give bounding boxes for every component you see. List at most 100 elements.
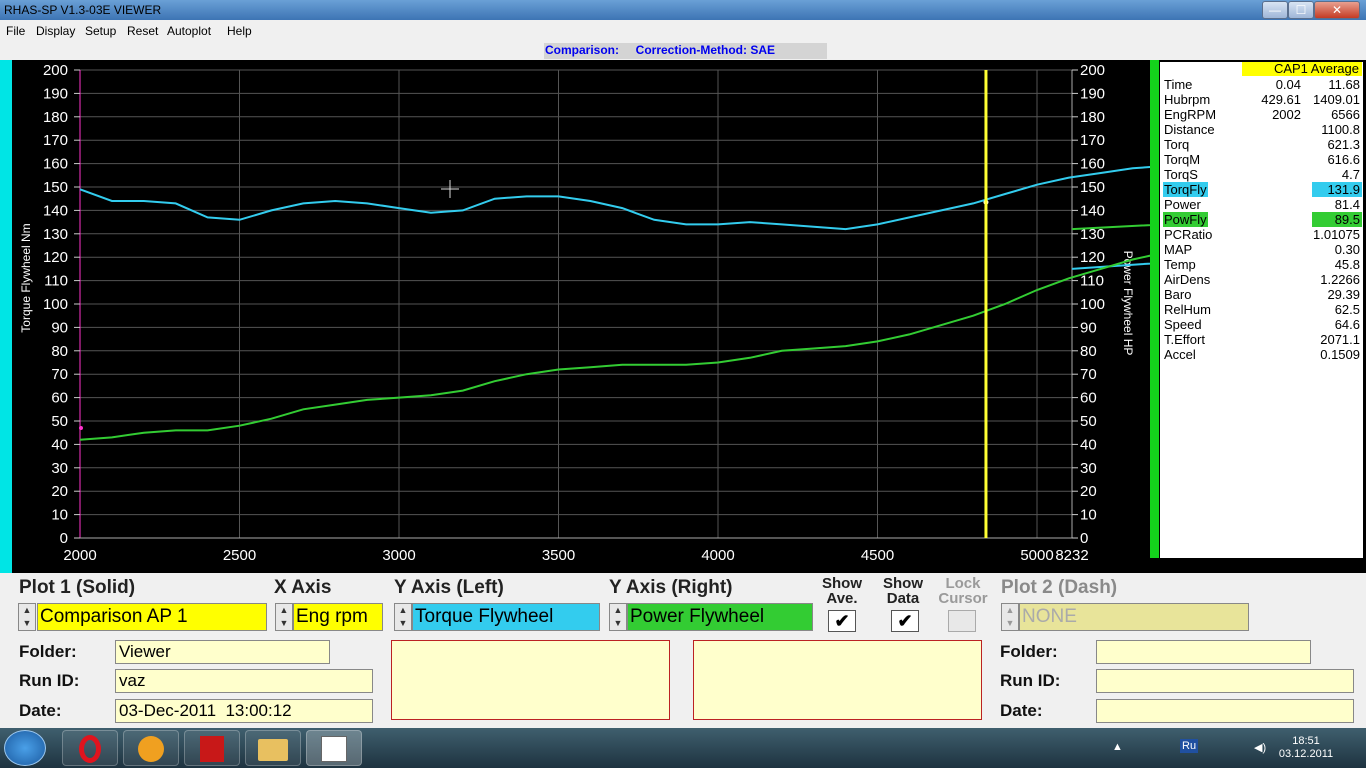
data-row-value-end: 0.30 bbox=[1334, 242, 1360, 257]
y-tick-label-right: 160 bbox=[1080, 156, 1105, 173]
lock-cursor-label: Lock Cursor bbox=[928, 576, 998, 606]
y-tick-label-right: 190 bbox=[1080, 85, 1105, 102]
show-data-label: Show Data bbox=[873, 576, 933, 606]
clock[interactable]: 18:51 03.12.2011 bbox=[1276, 735, 1336, 761]
y-tick-label-right: 180 bbox=[1080, 109, 1105, 126]
menu-setup[interactable]: Setup bbox=[85, 24, 116, 38]
lock-cursor-label-2: Cursor bbox=[938, 590, 988, 607]
notes-box-2[interactable] bbox=[693, 640, 982, 720]
y-axis-right-select[interactable]: Power Flywheel bbox=[627, 603, 813, 631]
y-axis-left-select[interactable]: Torque Flywheel bbox=[412, 603, 600, 631]
y-tick-label-left: 150 bbox=[43, 179, 68, 196]
torque-flywheel-line bbox=[79, 165, 1150, 270]
y-tick-label-left: 170 bbox=[43, 132, 68, 149]
plot1-select[interactable]: Comparison AP 1 bbox=[37, 603, 267, 631]
menu-help[interactable]: Help bbox=[227, 24, 252, 38]
minimize-button[interactable]: — bbox=[1262, 1, 1288, 19]
show-ave-label-2: Ave. bbox=[826, 590, 858, 607]
app-triangle-icon[interactable] bbox=[123, 730, 179, 766]
data-row-value-end: 11.68 bbox=[1328, 77, 1360, 92]
data-row: Baro 29.39 bbox=[1160, 287, 1363, 302]
data-row-value-end: 45.8 bbox=[1334, 257, 1360, 272]
rhas-viewer-task-icon[interactable] bbox=[306, 730, 362, 766]
data-row: Temp 45.8 bbox=[1160, 257, 1363, 272]
plot2-header: Plot 2 (Dash) bbox=[1001, 577, 1118, 598]
menu-reset[interactable]: Reset bbox=[127, 24, 158, 38]
date2-label: Date: bbox=[1000, 701, 1043, 720]
data-row-label: MAP bbox=[1164, 242, 1193, 257]
y-tick-label-left: 70 bbox=[51, 366, 68, 383]
data-row-value-end: 1409.01 bbox=[1313, 92, 1360, 107]
data-row-value-end: 1.01075 bbox=[1313, 227, 1360, 242]
data-row: PCRatio 1.01075 bbox=[1160, 227, 1363, 242]
data-row-label: Power bbox=[1164, 197, 1201, 212]
data-row-label: TorqFly bbox=[1163, 182, 1208, 197]
menu-file[interactable]: File bbox=[6, 24, 25, 38]
lock-cursor-checkbox[interactable] bbox=[948, 610, 976, 632]
data-row-label: TorqS bbox=[1164, 167, 1198, 182]
pdf-reader-icon[interactable] bbox=[184, 730, 240, 766]
data-row-label: Torq bbox=[1164, 137, 1190, 152]
data-row-label: PowFly bbox=[1163, 212, 1208, 227]
x-axis-spinner[interactable]: ▲ ▼ bbox=[275, 603, 293, 631]
opera-icon[interactable] bbox=[62, 730, 118, 766]
show-ave-label: Show Ave. bbox=[814, 576, 870, 606]
y-tick-label-left: 10 bbox=[51, 507, 68, 524]
close-button[interactable]: ✕ bbox=[1314, 1, 1360, 19]
x-tick-label: 5000 bbox=[1020, 547, 1053, 564]
y-axis-right-spinner[interactable]: ▲ ▼ bbox=[609, 603, 627, 631]
data-row-value-end: 89.5 bbox=[1312, 212, 1362, 227]
y-tick-label-left: 80 bbox=[51, 343, 68, 360]
folder2-field[interactable] bbox=[1096, 640, 1311, 664]
date2-field[interactable] bbox=[1096, 699, 1354, 723]
volume-icon[interactable]: ◀) bbox=[1254, 741, 1266, 754]
show-ave-checkbox[interactable]: ✔ bbox=[828, 610, 856, 632]
show-data-checkbox[interactable]: ✔ bbox=[891, 610, 919, 632]
language-indicator[interactable]: Ru bbox=[1180, 739, 1199, 753]
data-row-value-start: 0.04 bbox=[1275, 77, 1301, 92]
y-tick-label-left: 130 bbox=[43, 226, 68, 243]
window-title: RHAS-SP V1.3-03E VIEWER bbox=[4, 3, 162, 17]
crosshair-icon bbox=[441, 180, 459, 198]
controls-area: Plot 1 (Solid) X Axis Y Axis (Left) Y Ax… bbox=[0, 573, 1366, 728]
x-axis-select[interactable]: Eng rpm bbox=[293, 603, 383, 631]
maximize-button[interactable]: ☐ bbox=[1288, 1, 1314, 19]
dyno-chart[interactable]: 2000250030003500400045005000550060006500… bbox=[12, 60, 1150, 573]
y-tick-label-left: 90 bbox=[51, 319, 68, 336]
power-flywheel-line bbox=[79, 224, 1150, 441]
folder-field[interactable]: Viewer bbox=[115, 640, 330, 664]
notes-box-1[interactable] bbox=[391, 640, 670, 720]
menu-bar: File Display Setup Reset Autoplot Help bbox=[0, 20, 1366, 42]
x-tick-label: 8232 bbox=[1055, 547, 1088, 564]
run-id-field[interactable]: vaz bbox=[115, 669, 373, 693]
data-row-value-end: 64.6 bbox=[1334, 317, 1360, 332]
date-field[interactable]: 03-Dec-2011 13:00:12 bbox=[115, 699, 373, 723]
y-tick-label-left: 40 bbox=[51, 436, 68, 453]
show-data-label-2: Data bbox=[886, 590, 920, 607]
plot1-spinner[interactable]: ▲ ▼ bbox=[18, 603, 36, 631]
x-tick-label: 2000 bbox=[63, 547, 96, 564]
data-row: Speed 64.6 bbox=[1160, 317, 1363, 332]
y-tick-label-right: 170 bbox=[1080, 132, 1105, 149]
y-axis-left-spinner[interactable]: ▲ ▼ bbox=[394, 603, 412, 631]
data-row: T.Effort 2071.1 bbox=[1160, 332, 1363, 347]
data-row: Hubrpm 429.61 1409.01 bbox=[1160, 92, 1363, 107]
y-tick-label-right: 140 bbox=[1080, 202, 1105, 219]
plot1-header: Plot 1 (Solid) bbox=[19, 577, 136, 598]
x-tick-label: 3000 bbox=[382, 547, 415, 564]
folder-icon[interactable] bbox=[245, 730, 301, 766]
data-row-label: RelHum bbox=[1164, 302, 1211, 317]
run-id2-field[interactable] bbox=[1096, 669, 1354, 693]
start-button[interactable] bbox=[4, 730, 46, 766]
comparison-strip: Comparison: Correction-Method: SAE bbox=[0, 42, 1366, 60]
plot2-select[interactable]: NONE bbox=[1019, 603, 1249, 631]
data-row-value-end: 2071.1 bbox=[1320, 332, 1360, 347]
plot2-spinner[interactable]: ▲ ▼ bbox=[1001, 603, 1019, 631]
data-row-value-end: 621.3 bbox=[1327, 137, 1360, 152]
y-tick-label-left: 20 bbox=[51, 483, 68, 500]
menu-display[interactable]: Display bbox=[36, 24, 75, 38]
data-row-label: Temp bbox=[1164, 257, 1196, 272]
menu-autoplot[interactable]: Autoplot bbox=[167, 24, 211, 38]
tray-expand-icon[interactable]: ▲ bbox=[1112, 741, 1123, 753]
y-tick-label-right: 200 bbox=[1080, 62, 1105, 79]
